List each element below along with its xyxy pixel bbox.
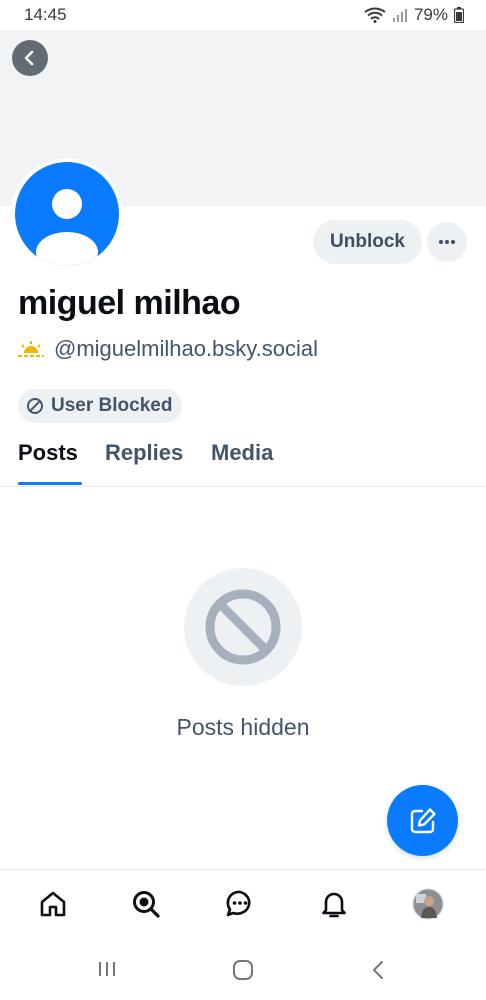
chat-icon bbox=[226, 890, 251, 917]
tab-replies[interactable]: Replies bbox=[105, 440, 183, 466]
block-icon bbox=[205, 589, 281, 665]
back-button[interactable] bbox=[12, 40, 48, 76]
nav-search[interactable] bbox=[128, 886, 164, 922]
battery-percent: 79% bbox=[413, 5, 448, 24]
home-icon bbox=[40, 891, 66, 917]
posts-hidden-illustration bbox=[184, 568, 302, 686]
active-tab-indicator bbox=[18, 482, 82, 485]
tab-media[interactable]: Media bbox=[211, 440, 273, 466]
avatar-frame bbox=[11, 158, 123, 270]
chevron-left-icon bbox=[24, 50, 34, 66]
recent-apps-button[interactable] bbox=[97, 959, 117, 979]
home-button-icon bbox=[233, 960, 253, 980]
nav-profile[interactable] bbox=[410, 886, 446, 922]
status-bar: 14:45 79% bbox=[0, 0, 486, 30]
profile-tabs: Posts Replies Media bbox=[0, 436, 486, 487]
back-arrow-icon bbox=[373, 961, 383, 979]
tab-posts[interactable]: Posts bbox=[18, 440, 78, 466]
search-icon bbox=[133, 891, 160, 918]
status-icons: 79% bbox=[364, 5, 464, 25]
signal-icon bbox=[392, 9, 407, 22]
ellipsis-icon bbox=[439, 240, 455, 244]
profile-avatar[interactable] bbox=[15, 162, 119, 266]
battery-icon bbox=[454, 7, 464, 23]
more-options-button[interactable] bbox=[427, 222, 467, 262]
sunrise-icon bbox=[18, 341, 44, 357]
bell-icon bbox=[322, 892, 346, 918]
system-navigation bbox=[0, 941, 486, 1000]
bottom-navigation bbox=[0, 869, 486, 941]
status-time: 14:45 bbox=[24, 5, 67, 24]
compose-icon bbox=[410, 807, 436, 833]
block-icon bbox=[27, 398, 43, 414]
nav-notifications[interactable] bbox=[316, 886, 352, 922]
default-avatar-icon bbox=[36, 189, 98, 266]
recent-apps-icon bbox=[99, 962, 115, 976]
nav-home[interactable] bbox=[35, 886, 71, 922]
compose-post-button[interactable] bbox=[387, 785, 458, 856]
home-button[interactable] bbox=[232, 959, 254, 981]
display-name: miguel milhao bbox=[18, 284, 241, 322]
blocked-badge-label: User Blocked bbox=[51, 395, 173, 416]
avatar bbox=[412, 888, 444, 920]
handle-row: @miguelmilhao.bsky.social bbox=[18, 334, 318, 364]
unblock-button[interactable]: Unblock bbox=[313, 220, 422, 264]
user-handle: @miguelmilhao.bsky.social bbox=[54, 336, 319, 361]
wifi-icon bbox=[364, 7, 386, 23]
nav-chat[interactable] bbox=[222, 886, 258, 922]
user-blocked-badge: User Blocked bbox=[18, 389, 183, 423]
back-nav-button[interactable] bbox=[370, 959, 386, 981]
posts-hidden-text: Posts hidden bbox=[176, 714, 310, 740]
